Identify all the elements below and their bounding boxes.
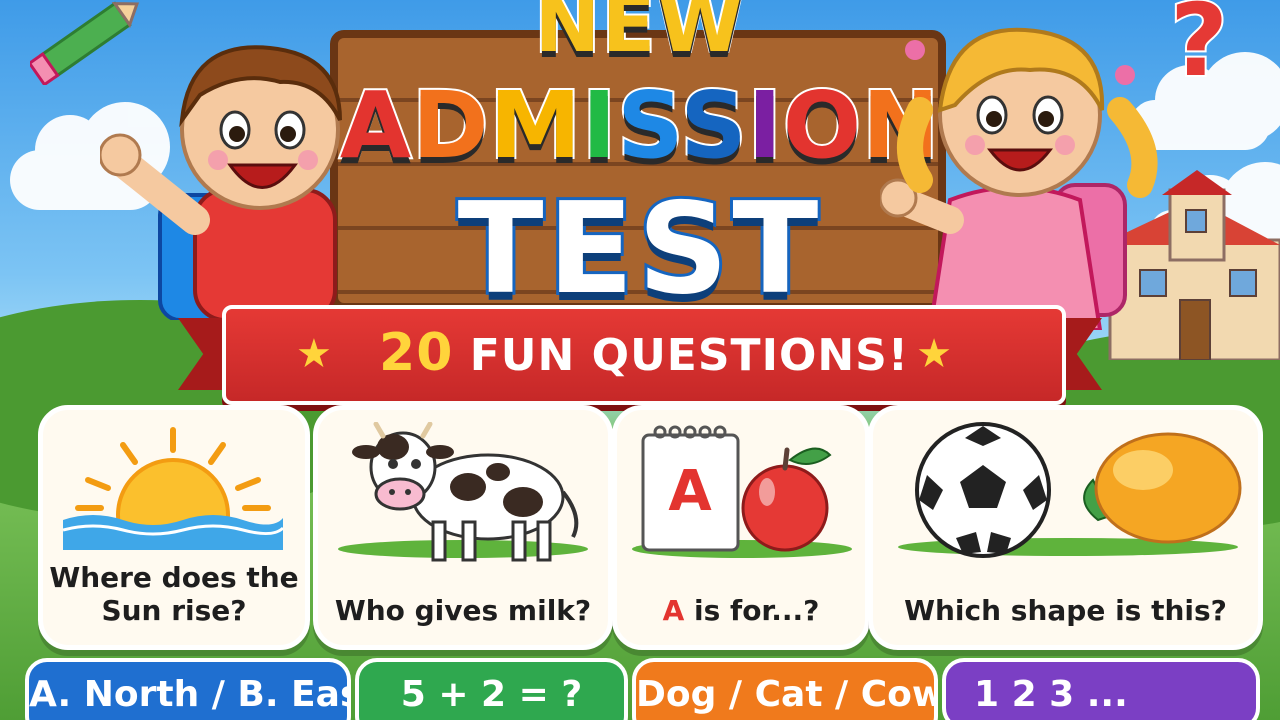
ball-icon xyxy=(915,422,1051,558)
mango-icon xyxy=(1083,432,1242,544)
apple-icon: A xyxy=(641,425,832,552)
question-card-letter[interactable]: A A is for...? xyxy=(612,405,870,650)
question-text-shape: Which shape is this? xyxy=(904,594,1227,627)
cow-icon xyxy=(352,422,579,562)
banner-count: 20 xyxy=(379,323,454,383)
girl-character-icon xyxy=(880,27,1158,330)
banner-label: FUN QUESTIONS! xyxy=(469,330,909,381)
question-letter-rest: is for...? xyxy=(684,594,820,627)
banner-text: 20 FUN QUESTIONS! xyxy=(226,323,1062,383)
poster-scene: ? NEW ADMISSION TEST ★ ★ 20 FUN QUESTION… xyxy=(0,0,1280,720)
question-text-sun: Where does the Sun rise? xyxy=(49,561,299,627)
question-card-cow[interactable]: Who gives milk? xyxy=(313,405,613,650)
boy-character-icon xyxy=(100,45,342,320)
question-text-cow: Who gives milk? xyxy=(334,594,592,627)
svg-text:A: A xyxy=(668,459,712,524)
answer-option-directions[interactable]: A. North / B. East xyxy=(25,658,351,720)
question-card-shape[interactable]: Which shape is this? xyxy=(868,405,1263,650)
question-card-sun[interactable]: Where does the Sun rise? xyxy=(38,405,310,650)
question-text-letter: A is for...? xyxy=(617,594,865,627)
answer-option-animals[interactable]: Dog / Cat / Cow xyxy=(632,658,938,720)
answer-option-math[interactable]: 5 + 2 = ? xyxy=(355,658,628,720)
answer-option-numbers[interactable]: 1 2 3 ... xyxy=(942,658,1260,720)
questions-banner: ★ ★ 20 FUN QUESTIONS! xyxy=(222,305,1066,405)
question-letter-prefix: A xyxy=(662,594,685,627)
sun-icon xyxy=(63,427,283,550)
